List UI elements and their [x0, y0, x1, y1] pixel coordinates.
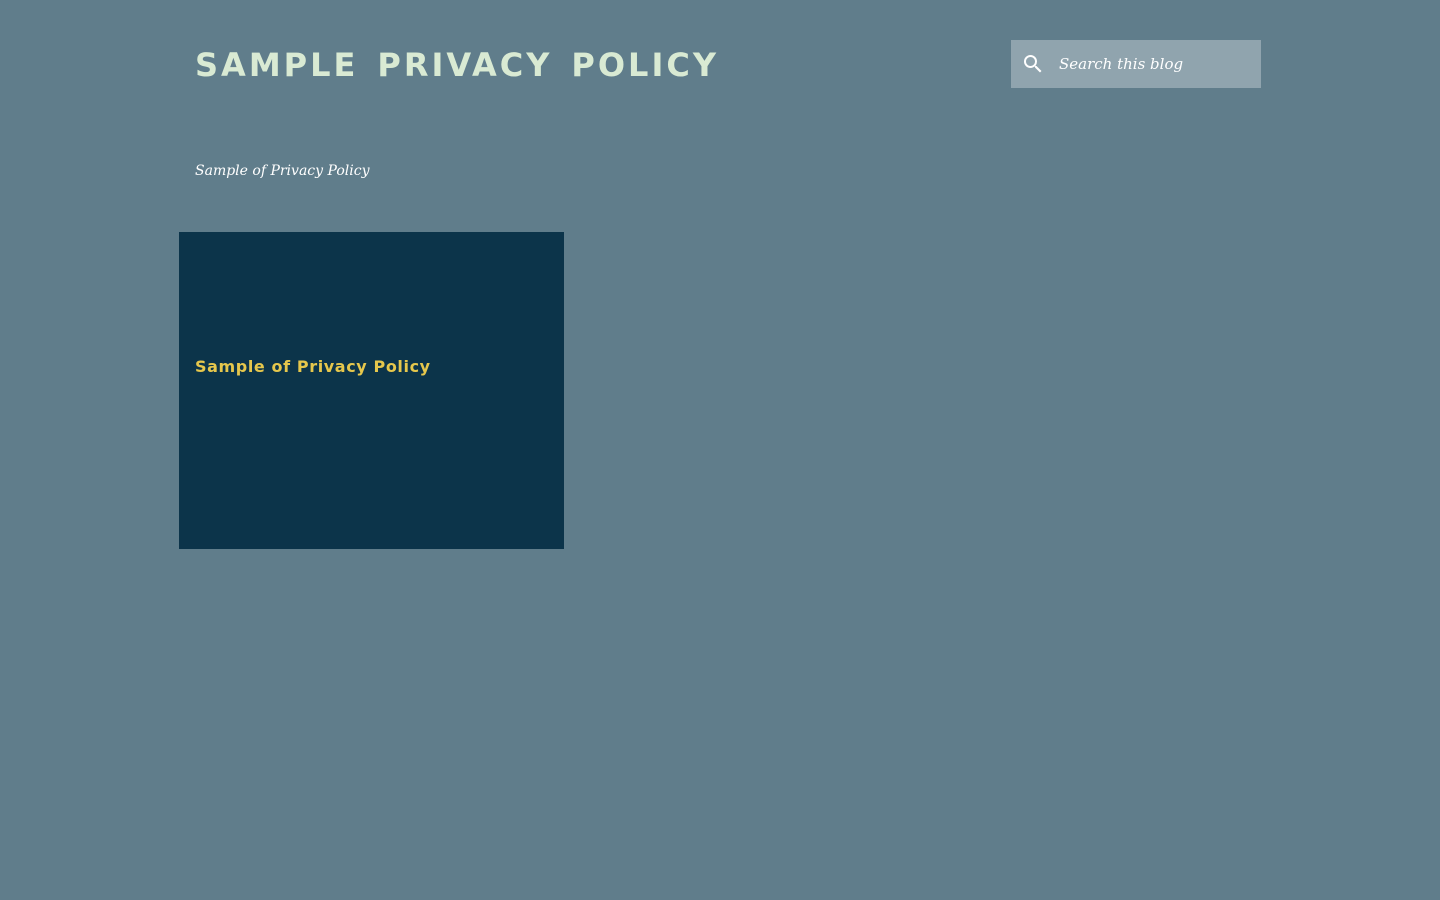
search-box[interactable]	[1011, 40, 1261, 88]
blog-title[interactable]: Sample Privacy Policy	[195, 34, 915, 87]
post-title-link[interactable]: Sample of Privacy Policy	[195, 357, 431, 376]
post-card[interactable]: Sample of Privacy Policy	[179, 232, 564, 549]
search-input[interactable]	[1053, 41, 1261, 87]
blog-description: Sample of Privacy Policy	[195, 163, 370, 179]
search-icon[interactable]	[1013, 40, 1053, 88]
